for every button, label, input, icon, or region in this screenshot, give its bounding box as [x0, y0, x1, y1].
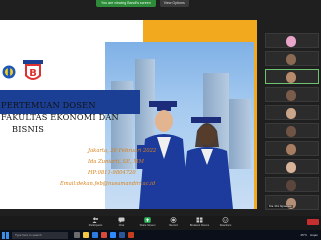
participant-tile[interactable] — [265, 159, 319, 174]
participant-video — [286, 36, 296, 47]
participant-video — [286, 180, 296, 191]
participant-video — [286, 162, 296, 173]
participant-video — [286, 54, 296, 65]
weather-status: Hujan — [310, 233, 318, 237]
chrome-browser-icon[interactable] — [101, 232, 107, 238]
participant-video — [286, 72, 296, 83]
record-button[interactable]: Record — [166, 217, 182, 227]
breakout-rooms-icon — [196, 217, 203, 223]
screen-share-banner: You are viewing Bandi's screen View Opti… — [96, 0, 189, 7]
participant-name: Dra. Rini Ngrawitoe — [268, 205, 293, 208]
record-label: Record — [169, 224, 178, 227]
participant-video — [286, 90, 296, 101]
view-options-button[interactable]: View Options — [159, 0, 189, 7]
participant-video — [286, 108, 296, 119]
participant-tile[interactable] — [265, 87, 319, 102]
taskbar-apps — [74, 232, 134, 238]
participants-label: Participants — [88, 224, 103, 227]
weather-temp[interactable]: 25°C — [300, 233, 307, 237]
chat-label: Chat — [118, 224, 125, 227]
nusa-mandiri-logo: B — [23, 60, 43, 80]
system-tray: 25°C Hujan — [300, 233, 321, 237]
edge-browser-icon[interactable] — [92, 232, 98, 238]
task-view-icon[interactable] — [74, 232, 80, 238]
participant-tile[interactable] — [265, 105, 319, 120]
slide-title: PERTEMUAN DOSEN FAKULTAS EKONOMI DAN BIS… — [0, 100, 140, 134]
participant-tile[interactable] — [265, 141, 319, 156]
participant-tile[interactable] — [265, 33, 319, 48]
breakout-rooms-label: Breakout Rooms — [189, 224, 210, 227]
meeting-controls: Participants Chat Share Screen Record Br… — [0, 216, 321, 230]
share-screen-icon — [144, 217, 151, 223]
participant-tile[interactable] — [265, 123, 319, 138]
participant-tile[interactable] — [265, 51, 319, 66]
slide-title-line1: PERTEMUAN DOSEN — [1, 100, 96, 110]
slide-title-line3: BISNIS — [12, 124, 45, 134]
zoom-app-icon[interactable] — [110, 232, 116, 238]
graduate-woman-figure — [181, 117, 233, 209]
reactions-button[interactable]: Reactions — [218, 217, 234, 227]
shared-slide: B PERTEMUAN DOSEN FAKULTAS EKONOMI DAN B… — [0, 20, 257, 209]
viewing-screen-indicator: You are viewing Bandi's screen — [96, 0, 156, 7]
record-icon — [170, 217, 177, 223]
participant-gallery[interactable]: Dra. Rini Ngrawitoe — [265, 33, 321, 213]
breakout-rooms-button[interactable]: Breakout Rooms — [189, 217, 210, 227]
participant-tile[interactable]: Dra. Rini Ngrawitoe — [265, 195, 319, 210]
svg-text:B: B — [29, 68, 37, 79]
reactions-icon — [222, 217, 229, 223]
participant-tile[interactable] — [265, 177, 319, 192]
slide-date: Jakarta, 26 Februari 2022 — [88, 148, 157, 154]
participant-video — [286, 126, 296, 137]
slide-phone: HP:0811-9804720 — [88, 170, 136, 176]
end-meeting-button[interactable] — [307, 219, 319, 225]
powerpoint-app-icon[interactable] — [128, 232, 134, 238]
taskbar-search-input[interactable]: Type here to search — [12, 231, 68, 239]
share-screen-label: Share Screen — [139, 224, 156, 227]
slide-title-line2: FAKULTAS EKONOMI DAN — [1, 112, 119, 122]
participant-tile[interactable] — [265, 69, 319, 84]
chat-icon — [118, 217, 125, 223]
institution-logos: B — [2, 60, 44, 84]
participants-button[interactable]: Participants — [88, 217, 104, 227]
participant-video — [286, 144, 296, 155]
share-screen-button[interactable]: Share Screen — [140, 217, 156, 227]
slide-email: Email:dekan.feb@nusamandiri.ac.id — [60, 181, 156, 187]
windows-taskbar: Type here to search 25°C Hujan — [0, 230, 321, 240]
tut-wuri-handayani-logo — [2, 65, 16, 79]
zoom-window: You are viewing Bandi's screen View Opti… — [0, 0, 321, 240]
file-explorer-icon[interactable] — [83, 232, 89, 238]
word-app-icon[interactable] — [119, 232, 125, 238]
reactions-label: Reactions — [219, 224, 232, 227]
slide-speaker: Ida Zuniarti, SE, MM — [88, 159, 144, 165]
windows-start-icon[interactable] — [2, 231, 9, 239]
chat-button[interactable]: Chat — [114, 217, 130, 227]
participants-icon — [92, 217, 98, 223]
